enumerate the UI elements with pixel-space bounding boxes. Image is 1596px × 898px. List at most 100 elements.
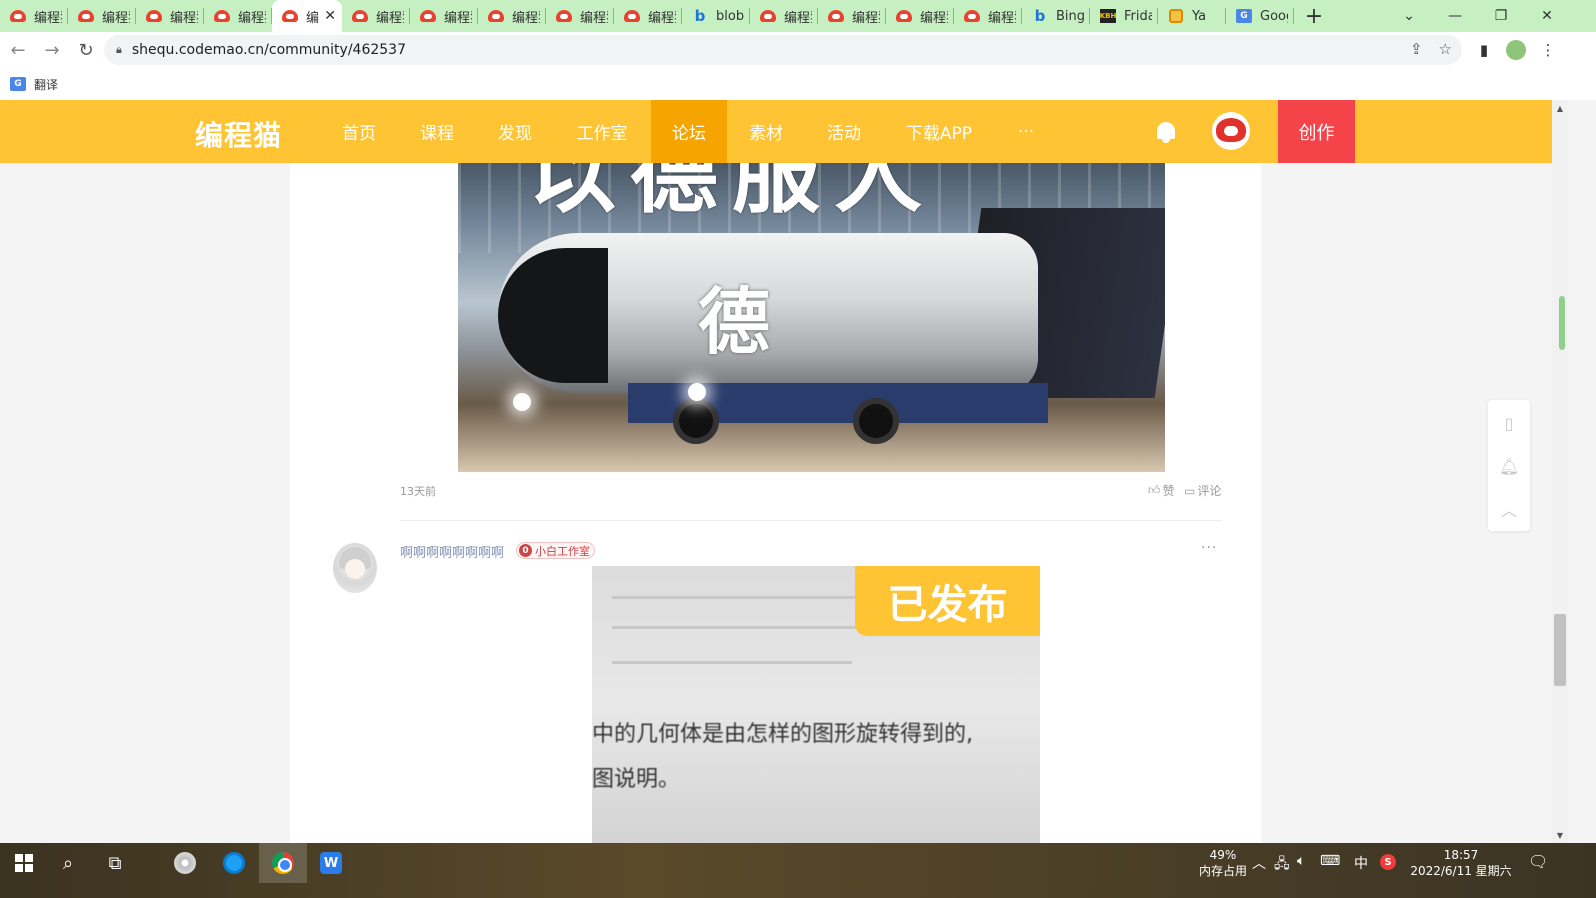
browser-tab[interactable]: 编程猫 (136, 0, 204, 32)
forward-button[interactable]: → (36, 34, 68, 66)
studio-badge[interactable]: 0 小白工作室 (516, 542, 595, 559)
show-hidden-icons-icon[interactable]: ︿ (1252, 853, 1266, 873)
nav-studio[interactable]: 工作室 (564, 100, 640, 163)
address-bar[interactable]: 🔒︎ shequ.codemao.cn/community/462537 ⇪ ☆ (104, 35, 1462, 65)
volume-icon[interactable]: 🔈︎ (1297, 853, 1305, 869)
page-scrollbar[interactable] (1552, 100, 1568, 843)
extension-side-handle[interactable] (1559, 296, 1565, 350)
nav-more[interactable]: ··· (1005, 100, 1047, 163)
scroll-up-arrow-icon[interactable]: ▲ (1552, 101, 1568, 115)
tab-close-icon[interactable]: ✕ (324, 8, 336, 24)
sogou-input-icon[interactable]: S (1380, 854, 1396, 870)
tab-label: Frida (1124, 8, 1152, 24)
browser-tab[interactable]: b Bing (1022, 0, 1090, 32)
start-button[interactable] (0, 843, 48, 883)
tab-label: 编程猫 (988, 10, 1016, 26)
restore-button[interactable]: ❐ (1478, 0, 1524, 32)
image-big-char: 德 (698, 280, 771, 364)
tab-label: 编程猫 (784, 10, 812, 26)
site-logo[interactable]: 编程猫 (195, 114, 282, 154)
scroll-down-arrow-icon[interactable]: ▼ (1552, 828, 1568, 842)
disc-app-icon[interactable] (161, 843, 209, 883)
bing-icon: b (694, 7, 706, 25)
task-view-icon[interactable]: ⧉ (91, 843, 139, 883)
browser-tab[interactable]: 编程猫 (478, 0, 546, 32)
side-panel-icon[interactable]: ▮ (1470, 36, 1498, 64)
minimize-button[interactable]: — (1432, 0, 1478, 32)
clock[interactable]: 18:57 2022/6/11 星期六 (1406, 847, 1516, 879)
profile-button[interactable] (1502, 36, 1530, 64)
reply-avatar[interactable] (333, 543, 377, 593)
nav-download-app[interactable]: 下载APP (893, 100, 985, 163)
browser-tab[interactable]: 编程猫 (410, 0, 478, 32)
bookmark-star-icon[interactable]: ☆ (1439, 40, 1452, 58)
keyboard-icon[interactable]: ⌨ (1320, 853, 1340, 869)
back-to-top-icon[interactable]: ︿ (1488, 488, 1530, 530)
memory-usage[interactable]: 49% 内存占用 (1196, 847, 1250, 879)
share-icon[interactable]: ⇪ (1410, 40, 1423, 58)
browser-tab[interactable]: 编程猫 (68, 0, 136, 32)
published-badge: 已发布 (855, 566, 1040, 636)
tab-search-icon[interactable]: ⌄ (1386, 0, 1432, 32)
comment-button[interactable]: ▭ 评论 (1184, 482, 1221, 499)
chrome-icon[interactable] (259, 843, 307, 883)
wps-icon[interactable]: W (307, 843, 355, 883)
browser-app-icon[interactable] (210, 843, 258, 883)
nav-discover[interactable]: 发现 (486, 100, 544, 163)
browser-tab[interactable]: KBH Frida (1090, 0, 1158, 32)
tab-label: 编程猫 (102, 10, 130, 26)
bing-icon: b (1034, 7, 1046, 25)
reply-image-text-line1: 中的几何体是由怎样的图形旋转得到的, (592, 722, 973, 747)
reply-username[interactable]: 啊啊啊啊啊啊啊啊 (400, 542, 504, 561)
nav-materials[interactable]: 素材 (737, 100, 795, 163)
bookmarks-bar: G 翻译 (0, 68, 1596, 100)
browser-tab[interactable]: 编程猫 (204, 0, 272, 32)
bookmark-translate[interactable]: 翻译 (34, 76, 58, 93)
search-icon[interactable]: ⌕ (44, 843, 92, 883)
ime-indicator[interactable]: 中 (1354, 853, 1368, 873)
notification-icon[interactable]: 🔔︎ (1488, 445, 1530, 487)
url-text: shequ.codemao.cn/community/462537 (131, 42, 406, 58)
menu-icon[interactable]: ⋮ (1534, 36, 1562, 64)
bell-icon[interactable] (1155, 120, 1177, 144)
nav-courses[interactable]: 课程 (408, 100, 466, 163)
browser-tab[interactable]: 编 ✕ (272, 0, 342, 32)
codemao-icon (488, 8, 504, 24)
scrollbar-thumb[interactable] (1554, 614, 1566, 686)
post-image-bomb[interactable]: 以德服人 德 (458, 163, 1165, 472)
tab-label: 编程猫 (376, 10, 404, 26)
like-label: 赞 (1162, 484, 1175, 498)
browser-tab[interactable]: 编程猫 (886, 0, 954, 32)
create-button[interactable]: 创作 (1278, 100, 1355, 163)
browser-tab[interactable]: 编程猫 (818, 0, 886, 32)
codemao-icon (282, 8, 298, 24)
nav-forum[interactable]: 论坛 (651, 100, 727, 163)
reload-button[interactable]: ↻ (70, 34, 102, 66)
browser-tab[interactable]: Ya (1158, 0, 1226, 32)
browser-tab[interactable]: 编程猫 (614, 0, 682, 32)
nav-activities[interactable]: 活动 (815, 100, 873, 163)
google-translate-icon: G (1236, 8, 1252, 24)
browser-tab[interactable]: b blob (682, 0, 750, 32)
browser-tab[interactable]: 编程猫 (0, 0, 68, 32)
browser-tab[interactable]: 编程猫 (750, 0, 818, 32)
studio-level: 0 (519, 544, 532, 557)
network-icon[interactable]: 🖧︎ (1274, 853, 1290, 877)
reply-more-button[interactable]: ··· (1201, 540, 1217, 556)
codemao-icon (10, 8, 26, 24)
browser-tab[interactable]: 编程猫 (954, 0, 1022, 32)
close-window-button[interactable]: ✕ (1524, 0, 1570, 32)
browser-tab[interactable]: 编程猫 (546, 0, 614, 32)
like-button[interactable]: 👍︎ 赞 (1148, 482, 1175, 499)
back-button[interactable]: ← (2, 34, 34, 66)
new-tab-button[interactable]: + (1294, 0, 1334, 32)
mobile-icon[interactable]: ▯ (1488, 402, 1530, 444)
notifications-icon[interactable]: 🗨︎ (1528, 852, 1548, 871)
codemao-icon (352, 8, 368, 24)
browser-tab[interactable]: G Goog (1226, 0, 1294, 32)
windows-logo-icon (15, 854, 33, 872)
clock-time: 18:57 (1443, 848, 1479, 862)
browser-tab[interactable]: 编程猫 (342, 0, 410, 32)
nav-home[interactable]: 首页 (330, 100, 388, 163)
user-avatar[interactable] (1212, 112, 1250, 150)
